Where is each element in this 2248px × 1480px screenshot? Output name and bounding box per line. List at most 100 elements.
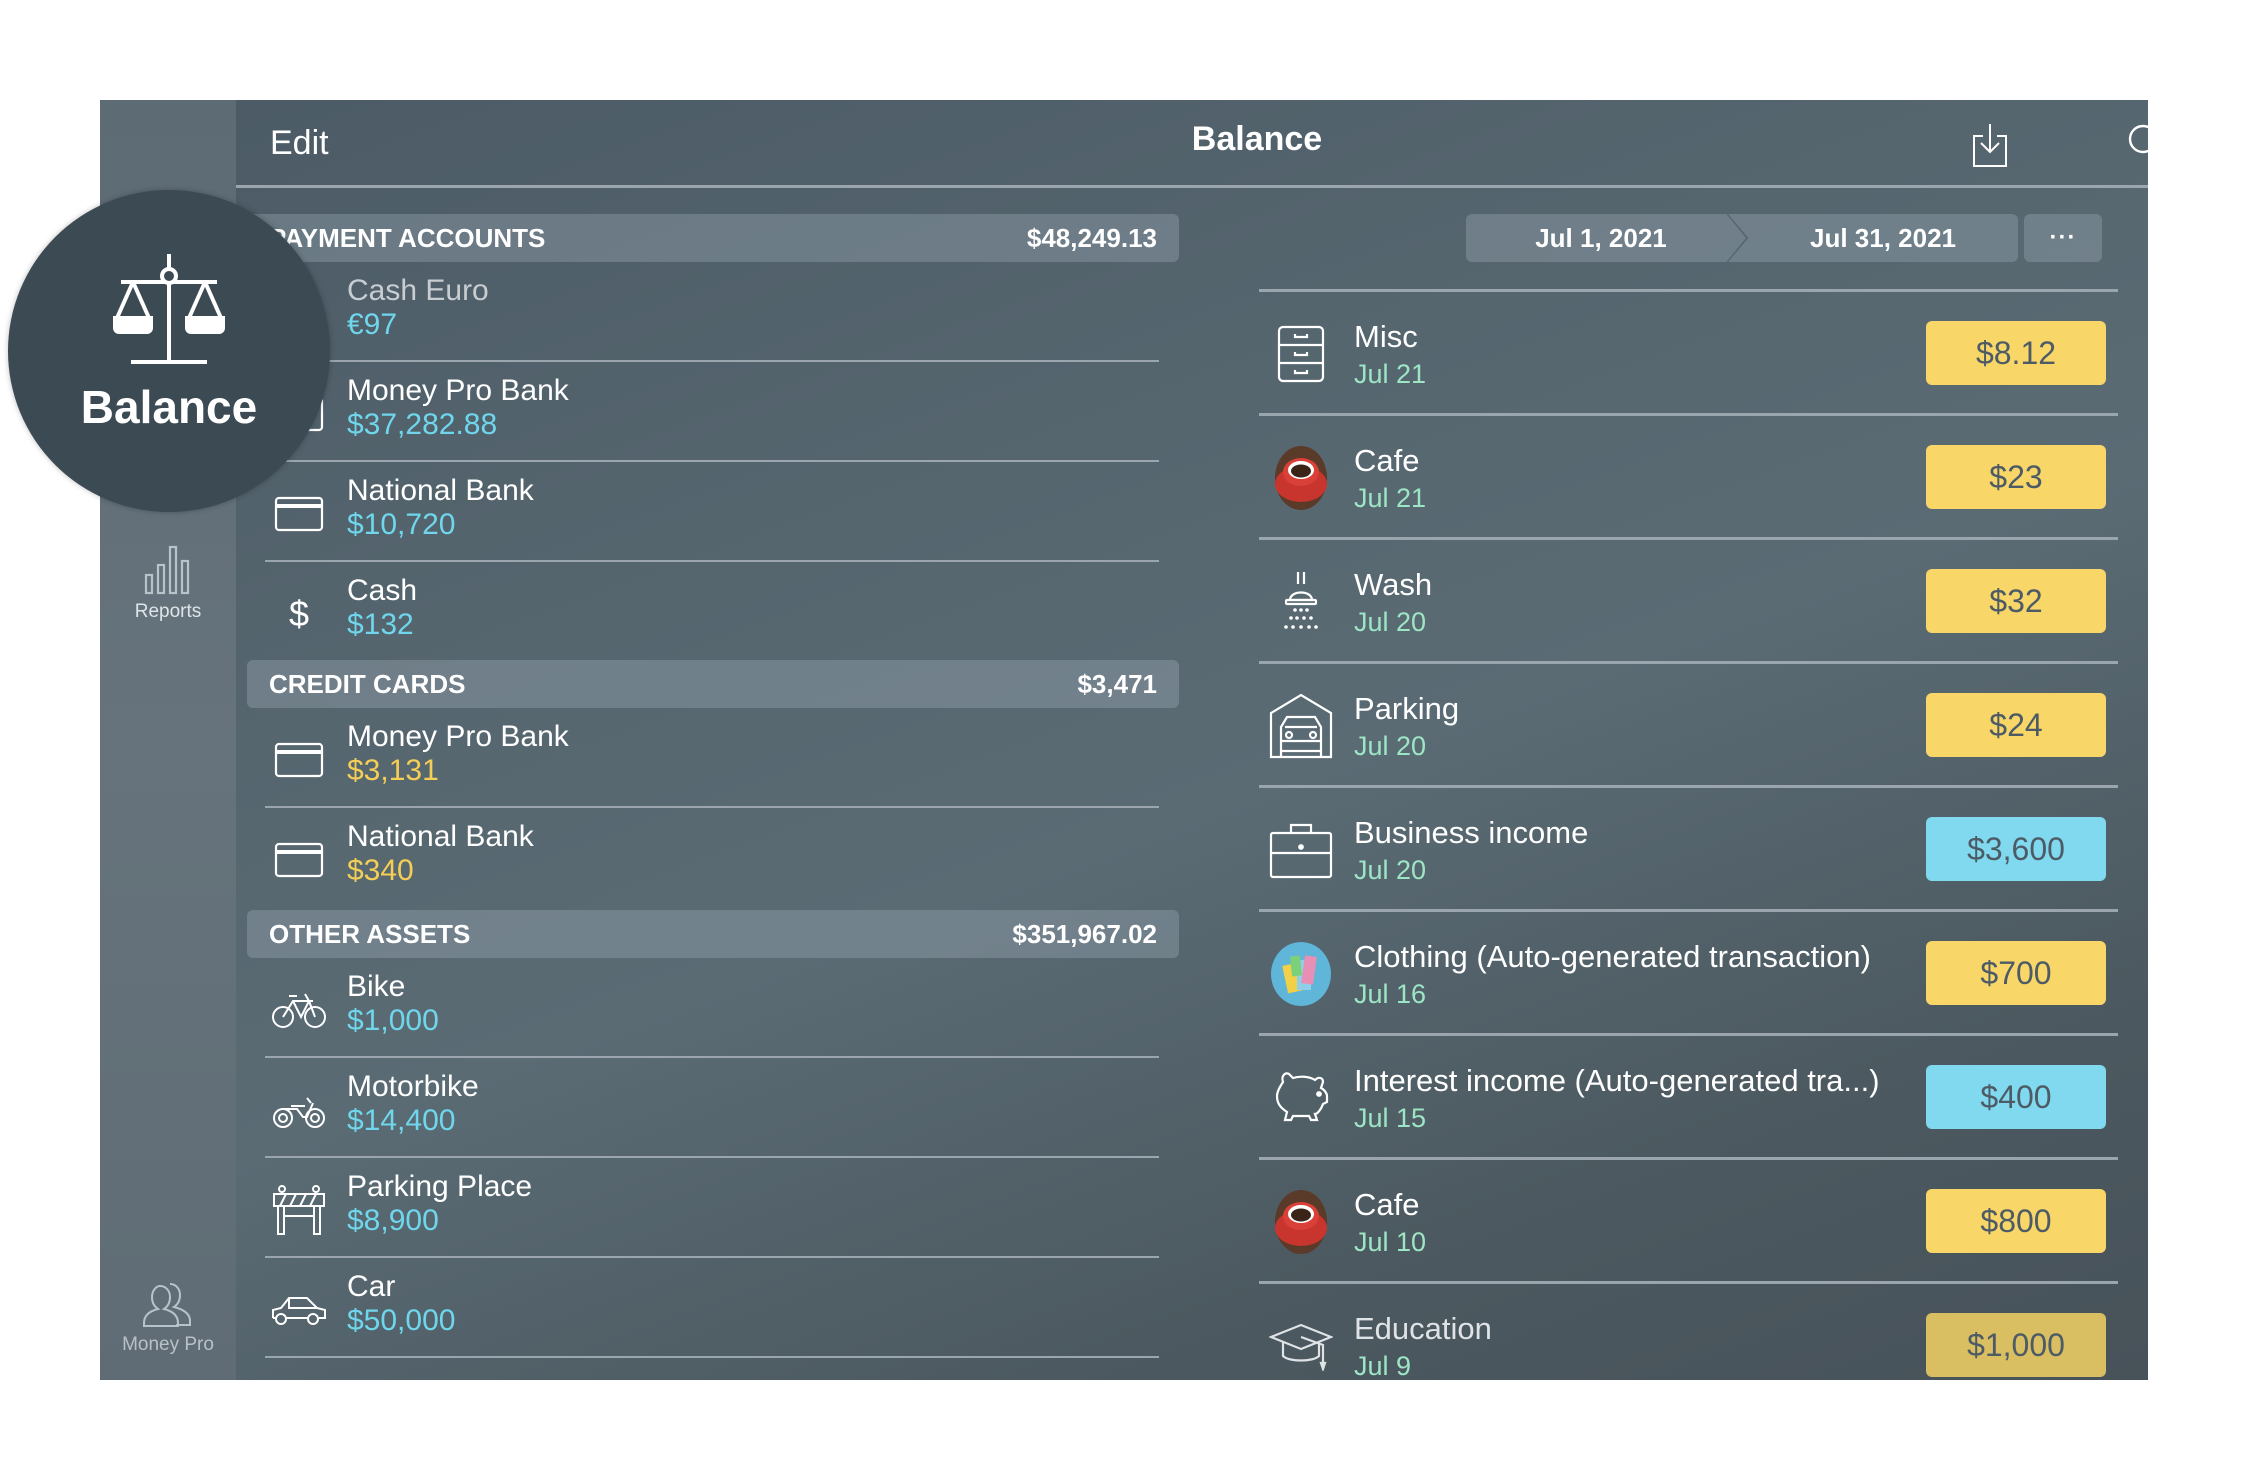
- account-row[interactable]: Bike $1,000: [247, 958, 1179, 1058]
- account-name: Car: [347, 1270, 396, 1303]
- transaction-date: Jul 20: [1354, 607, 1427, 637]
- transaction-row[interactable]: Wash Jul 20 $32: [1259, 540, 2118, 664]
- transaction-date: Jul 16: [1354, 979, 1427, 1009]
- amount-badge: $8.12: [1926, 321, 2106, 385]
- period-start-button[interactable]: Jul 1, 2021: [1466, 214, 1746, 262]
- search-button[interactable]: [2126, 122, 2148, 169]
- account-name: Money Pro Bank: [347, 374, 569, 407]
- transaction-name: Business income: [1354, 815, 1589, 850]
- drawers-icon: [1269, 322, 1333, 386]
- transaction-row[interactable]: Interest income (Auto-generated tra...) …: [1259, 1036, 2118, 1160]
- amount-badge: $24: [1926, 693, 2106, 757]
- coffee-cup-icon: [1269, 1190, 1333, 1254]
- shopping-bags-icon: [1269, 942, 1333, 1006]
- transactions-list: Misc Jul 21 $8.12 Cafe Jul 21 $23 Wash J…: [1259, 289, 2118, 1380]
- account-amount: $50,000: [347, 1304, 456, 1337]
- transaction-row[interactable]: Clothing (Auto-generated transaction) Ju…: [1259, 912, 2118, 1036]
- barrier-icon: [271, 1185, 327, 1235]
- transaction-name: Clothing (Auto-generated transaction): [1354, 939, 1871, 974]
- amount-badge: $700: [1926, 941, 2106, 1005]
- sidebar-item-label: Reports: [134, 601, 202, 622]
- amount-badge: $400: [1926, 1065, 2106, 1129]
- car-icon: [271, 1288, 327, 1332]
- account-name: National Bank: [347, 820, 534, 853]
- account-row[interactable]: Money Pro Bank $37,282.88: [247, 362, 1179, 462]
- transaction-date: Jul 21: [1354, 359, 1427, 389]
- sidebar-item-money-pro[interactable]: Money Pro: [100, 1280, 236, 1356]
- transaction-row[interactable]: Cafe Jul 21 $23: [1259, 416, 2118, 540]
- account-amount: $132: [347, 608, 414, 641]
- transaction-name: Education: [1354, 1311, 1492, 1346]
- bar-chart-icon: [144, 545, 190, 595]
- section-header-payment-accounts[interactable]: PAYMENT ACCOUNTS $48,249.13: [247, 214, 1179, 262]
- account-amount: $8,900: [347, 1204, 439, 1237]
- section-header-credit-cards[interactable]: CREDIT CARDS $3,471: [247, 660, 1179, 708]
- account-name: Bike: [347, 970, 406, 1003]
- account-amount: $3,131: [347, 754, 439, 787]
- section-header-other-assets[interactable]: OTHER ASSETS $351,967.02: [247, 910, 1179, 958]
- transaction-row[interactable]: Cafe Jul 10 $800: [1259, 1160, 2118, 1284]
- briefcase-icon: [1269, 818, 1333, 882]
- transaction-date: Jul 20: [1354, 731, 1427, 761]
- amount-badge: $3,600: [1926, 817, 2106, 881]
- transaction-name: Cafe: [1354, 443, 1420, 478]
- sidebar-item-label: Money Pro: [122, 1334, 214, 1355]
- transaction-date: Jul 9: [1354, 1351, 1412, 1380]
- import-button[interactable]: [1971, 122, 2009, 173]
- bicycle-icon: [271, 988, 327, 1032]
- page-title: Balance: [1191, 120, 1323, 158]
- accounts-list: PAYMENT ACCOUNTS $48,249.13 Cash Euro €9…: [247, 214, 1179, 1358]
- transaction-row[interactable]: Education Jul 9 $1,000: [1259, 1284, 2118, 1380]
- sidebar-item-balance[interactable]: Balance: [8, 190, 330, 512]
- garage-icon: [1269, 693, 1333, 759]
- shower-icon: [1269, 570, 1333, 634]
- transaction-row[interactable]: Business income Jul 20 $3,600: [1259, 788, 2118, 912]
- app-window: Reports Money Pro Edit Balance PAYMENT A…: [100, 100, 2148, 1380]
- more-options-button[interactable]: ···: [2024, 214, 2102, 262]
- account-row[interactable]: Cash Euro €97: [247, 262, 1179, 362]
- account-row[interactable]: Car $50,000: [247, 1258, 1179, 1358]
- account-row[interactable]: National Bank $340: [247, 808, 1179, 910]
- account-row[interactable]: Motorbike $14,400: [247, 1058, 1179, 1158]
- dollar-icon: $: [288, 593, 310, 634]
- account-amount: $37,282.88: [347, 408, 498, 441]
- account-amount: $340: [347, 854, 414, 887]
- toolbar: Edit Balance: [236, 100, 2148, 188]
- section-total: $351,967.02: [1012, 918, 1157, 949]
- account-amount: $1,000: [347, 1004, 439, 1037]
- transaction-name: Parking: [1354, 691, 1460, 726]
- period-end-button[interactable]: Jul 31, 2021: [1728, 214, 2018, 262]
- account-row[interactable]: $ Cash $132: [247, 562, 1179, 660]
- account-name: Cash Euro: [347, 274, 489, 307]
- account-name: Motorbike: [347, 1070, 479, 1103]
- account-name: National Bank: [347, 474, 534, 507]
- scales-icon: [113, 254, 225, 364]
- import-icon: [1973, 124, 2007, 167]
- account-row[interactable]: National Bank $10,720: [247, 462, 1179, 562]
- account-name: Parking Place: [347, 1170, 533, 1203]
- transaction-date: Jul 21: [1354, 483, 1427, 513]
- edit-button[interactable]: Edit: [270, 124, 329, 163]
- transaction-row[interactable]: Parking Jul 20 $24: [1259, 664, 2118, 788]
- account-name: Money Pro Bank: [347, 720, 569, 753]
- motorbike-icon: [271, 1088, 327, 1132]
- search-icon: [2128, 124, 2148, 154]
- account-row[interactable]: Parking Place $8,900: [247, 1158, 1179, 1258]
- sidebar-item-label: Balance: [80, 381, 258, 433]
- account-amount: $10,720: [347, 508, 456, 541]
- amount-badge: $1,000: [1926, 1313, 2106, 1377]
- section-title: PAYMENT ACCOUNTS: [269, 222, 546, 253]
- transaction-row[interactable]: Misc Jul 21 $8.12: [1259, 292, 2118, 416]
- period-selector: Jul 1, 2021 Jul 31, 2021 ···: [1466, 214, 2102, 262]
- card-icon: [271, 838, 327, 882]
- transaction-name: Cafe: [1354, 1187, 1420, 1222]
- account-row[interactable]: Money Pro Bank $3,131: [247, 708, 1179, 808]
- sidebar-item-reports[interactable]: Reports: [100, 545, 236, 623]
- transaction-name: Wash: [1354, 567, 1433, 602]
- graduation-cap-icon: [1269, 1314, 1333, 1378]
- amount-badge: $32: [1926, 569, 2106, 633]
- account-amount: €97: [347, 308, 398, 341]
- transaction-date: Jul 15: [1354, 1103, 1427, 1133]
- transaction-date: Jul 10: [1354, 1227, 1427, 1257]
- transaction-name: Misc: [1354, 319, 1418, 354]
